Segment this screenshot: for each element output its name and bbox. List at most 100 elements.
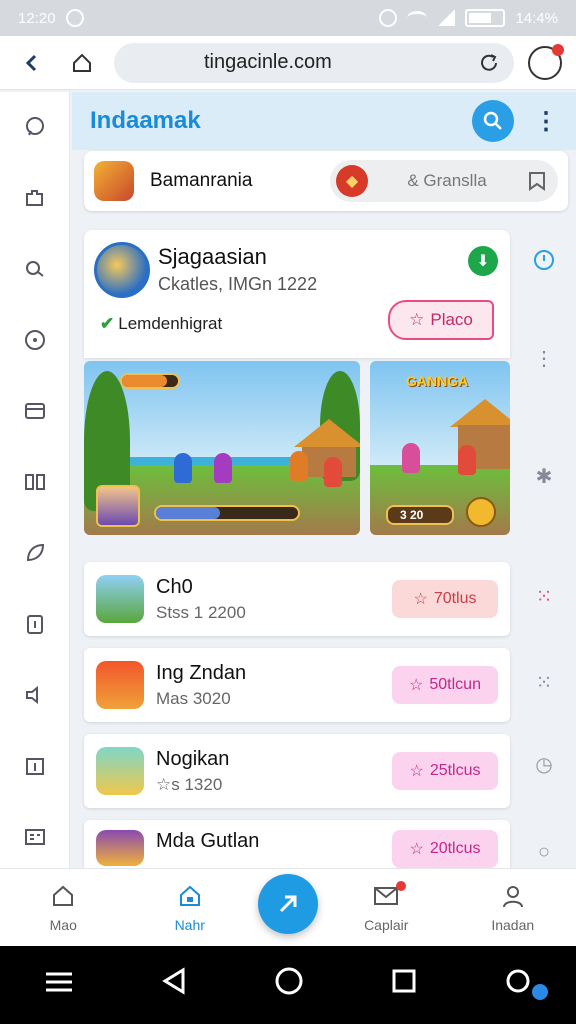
- game-action-button[interactable]: ☆ 50tlcun: [392, 666, 498, 704]
- url-field[interactable]: tingacinle.com: [114, 42, 514, 83]
- store-icon: [177, 883, 203, 911]
- game-name: Mda Gutlan: [156, 830, 260, 852]
- assistant-icon[interactable]: [504, 967, 532, 1003]
- play-button[interactable]: ☆ Placo: [388, 300, 494, 340]
- featured-game-card[interactable]: Sjagaasian Ckatles, IMGn 1222 ✔ Lemdenhig…: [84, 230, 510, 358]
- person-icon[interactable]: ✱: [532, 464, 556, 488]
- check-icon: ✔: [100, 314, 115, 333]
- nav-label: Mao: [49, 916, 77, 933]
- search-button[interactable]: [472, 100, 514, 142]
- notification-icon: [65, 9, 84, 27]
- game-action-label: 25tlcus: [429, 762, 481, 779]
- browser-menu-icon[interactable]: [528, 43, 564, 80]
- info-icon[interactable]: [532, 248, 556, 272]
- star-icon: ☆: [409, 310, 425, 329]
- circle-icon[interactable]: ○: [530, 838, 558, 866]
- game-name: Nogikan: [156, 747, 230, 770]
- grid-icon[interactable]: [18, 820, 52, 854]
- app-name: Bamanrania: [150, 170, 253, 191]
- target-icon[interactable]: [18, 323, 52, 357]
- speaker-icon[interactable]: [18, 678, 52, 712]
- character: [458, 445, 476, 475]
- game-meta: Stss 1 2200: [156, 602, 246, 622]
- home-nav-icon[interactable]: [274, 966, 304, 1004]
- clock-icon[interactable]: ◷: [530, 750, 558, 778]
- game-name: Ch0: [156, 575, 193, 598]
- energy-bar: [154, 505, 300, 521]
- game-row[interactable]: Mda Gutlan ☆ 20tlcus: [84, 820, 510, 868]
- more-options-icon[interactable]: ⋮: [534, 107, 558, 136]
- compose-fab[interactable]: [258, 874, 318, 934]
- featured-game-icon: [94, 242, 150, 298]
- game-icon: [96, 830, 144, 866]
- game-row[interactable]: Ing Zndan Mas 3020 ☆ 50tlcun: [84, 648, 510, 722]
- grid-dots-icon[interactable]: ⁙: [530, 582, 558, 610]
- back-icon[interactable]: [14, 45, 50, 81]
- calendar-icon[interactable]: [18, 749, 52, 783]
- home-button-icon[interactable]: [64, 45, 100, 81]
- star-icon: ☆: [409, 763, 424, 780]
- game-icon: [96, 661, 144, 709]
- character: [402, 443, 420, 473]
- vertical-dots-icon[interactable]: ⋮: [532, 338, 556, 378]
- profile-icon: [500, 883, 526, 911]
- fox-avatar-icon: ◆: [336, 165, 368, 197]
- leaf-icon[interactable]: [18, 536, 52, 570]
- play-button-label: Placo: [430, 310, 473, 329]
- system-nav-bar: [0, 946, 576, 1024]
- chat-icon[interactable]: [18, 110, 52, 144]
- recents-menu-icon[interactable]: [44, 968, 74, 1002]
- search-sidebar-icon[interactable]: [18, 252, 52, 286]
- home-icon: [50, 883, 76, 911]
- star-icon: ☆: [413, 591, 428, 608]
- nav-item-profile[interactable]: Inadan: [463, 883, 563, 933]
- game-screenshot-1[interactable]: [84, 361, 360, 535]
- notification-dot: [552, 43, 564, 56]
- top-app-card[interactable]: Bamanrania ◆ & Granslla: [84, 151, 568, 211]
- character: [324, 457, 342, 487]
- card-icon[interactable]: [18, 394, 52, 428]
- coin-icon: [466, 497, 496, 527]
- grid-dots-icon[interactable]: ⁙: [530, 668, 558, 696]
- battery-icon: [465, 9, 506, 27]
- health-bar: [120, 373, 180, 389]
- character: [290, 451, 308, 481]
- game-action-button[interactable]: ☆ 20tlcus: [392, 830, 498, 868]
- notification-badge: [396, 880, 407, 891]
- game-row[interactable]: Nogikan ☆s 1320 ☆ 25tlcus: [84, 734, 510, 808]
- search-icon: [483, 111, 502, 130]
- game-action-button[interactable]: ☆ 25tlcus: [392, 752, 498, 790]
- browser-toolbar: tingacinle.com: [0, 36, 576, 90]
- overview-nav-icon[interactable]: [391, 968, 417, 1002]
- game-action-label: 70tlus: [433, 590, 477, 607]
- reload-icon[interactable]: [478, 52, 500, 74]
- featured-game-name: Sjagaasian: [158, 244, 267, 269]
- hud-value: 3 20: [400, 508, 424, 522]
- nav-item-mail[interactable]: Caplair: [336, 880, 436, 933]
- game-action-button[interactable]: ☆ 70tlus: [392, 580, 498, 618]
- game-name: Ing Zndan: [156, 661, 247, 684]
- status-bar: 12:20 14:4%: [0, 0, 576, 36]
- assistant-badge: [532, 984, 548, 1000]
- featured-game-subtitle: Ckatles, IMGn 1222: [158, 274, 318, 294]
- game-action-label: 50tlcun: [429, 676, 481, 693]
- nav-item-home[interactable]: Mao: [13, 883, 113, 933]
- alarm-icon: [379, 9, 398, 27]
- nav-item-store[interactable]: Nahr: [140, 883, 240, 933]
- book-icon[interactable]: [18, 465, 52, 499]
- game-icon: [96, 575, 144, 623]
- game-action-label: 20tlcus: [429, 840, 481, 857]
- game-row[interactable]: Ch0 Stss 1 2200 ☆ 70tlus: [84, 562, 510, 636]
- featured-tag-label: Lemdenhigrat: [118, 314, 223, 333]
- wifi-icon: [407, 11, 428, 25]
- mail-icon: [372, 880, 407, 911]
- bookmark-icon[interactable]: [526, 170, 548, 192]
- search-pill[interactable]: ◆ & Granslla: [330, 160, 558, 202]
- puzzle-icon[interactable]: [18, 181, 52, 215]
- battery-percent: 14:4%: [515, 9, 558, 27]
- back-nav-icon[interactable]: [161, 967, 187, 1003]
- game-screenshot-2[interactable]: GANNGA 3 20: [370, 361, 510, 535]
- download-icon[interactable]: ⬇: [468, 246, 498, 276]
- app-header: Indaamak ⋮: [72, 92, 576, 150]
- clipboard-icon[interactable]: [18, 607, 52, 641]
